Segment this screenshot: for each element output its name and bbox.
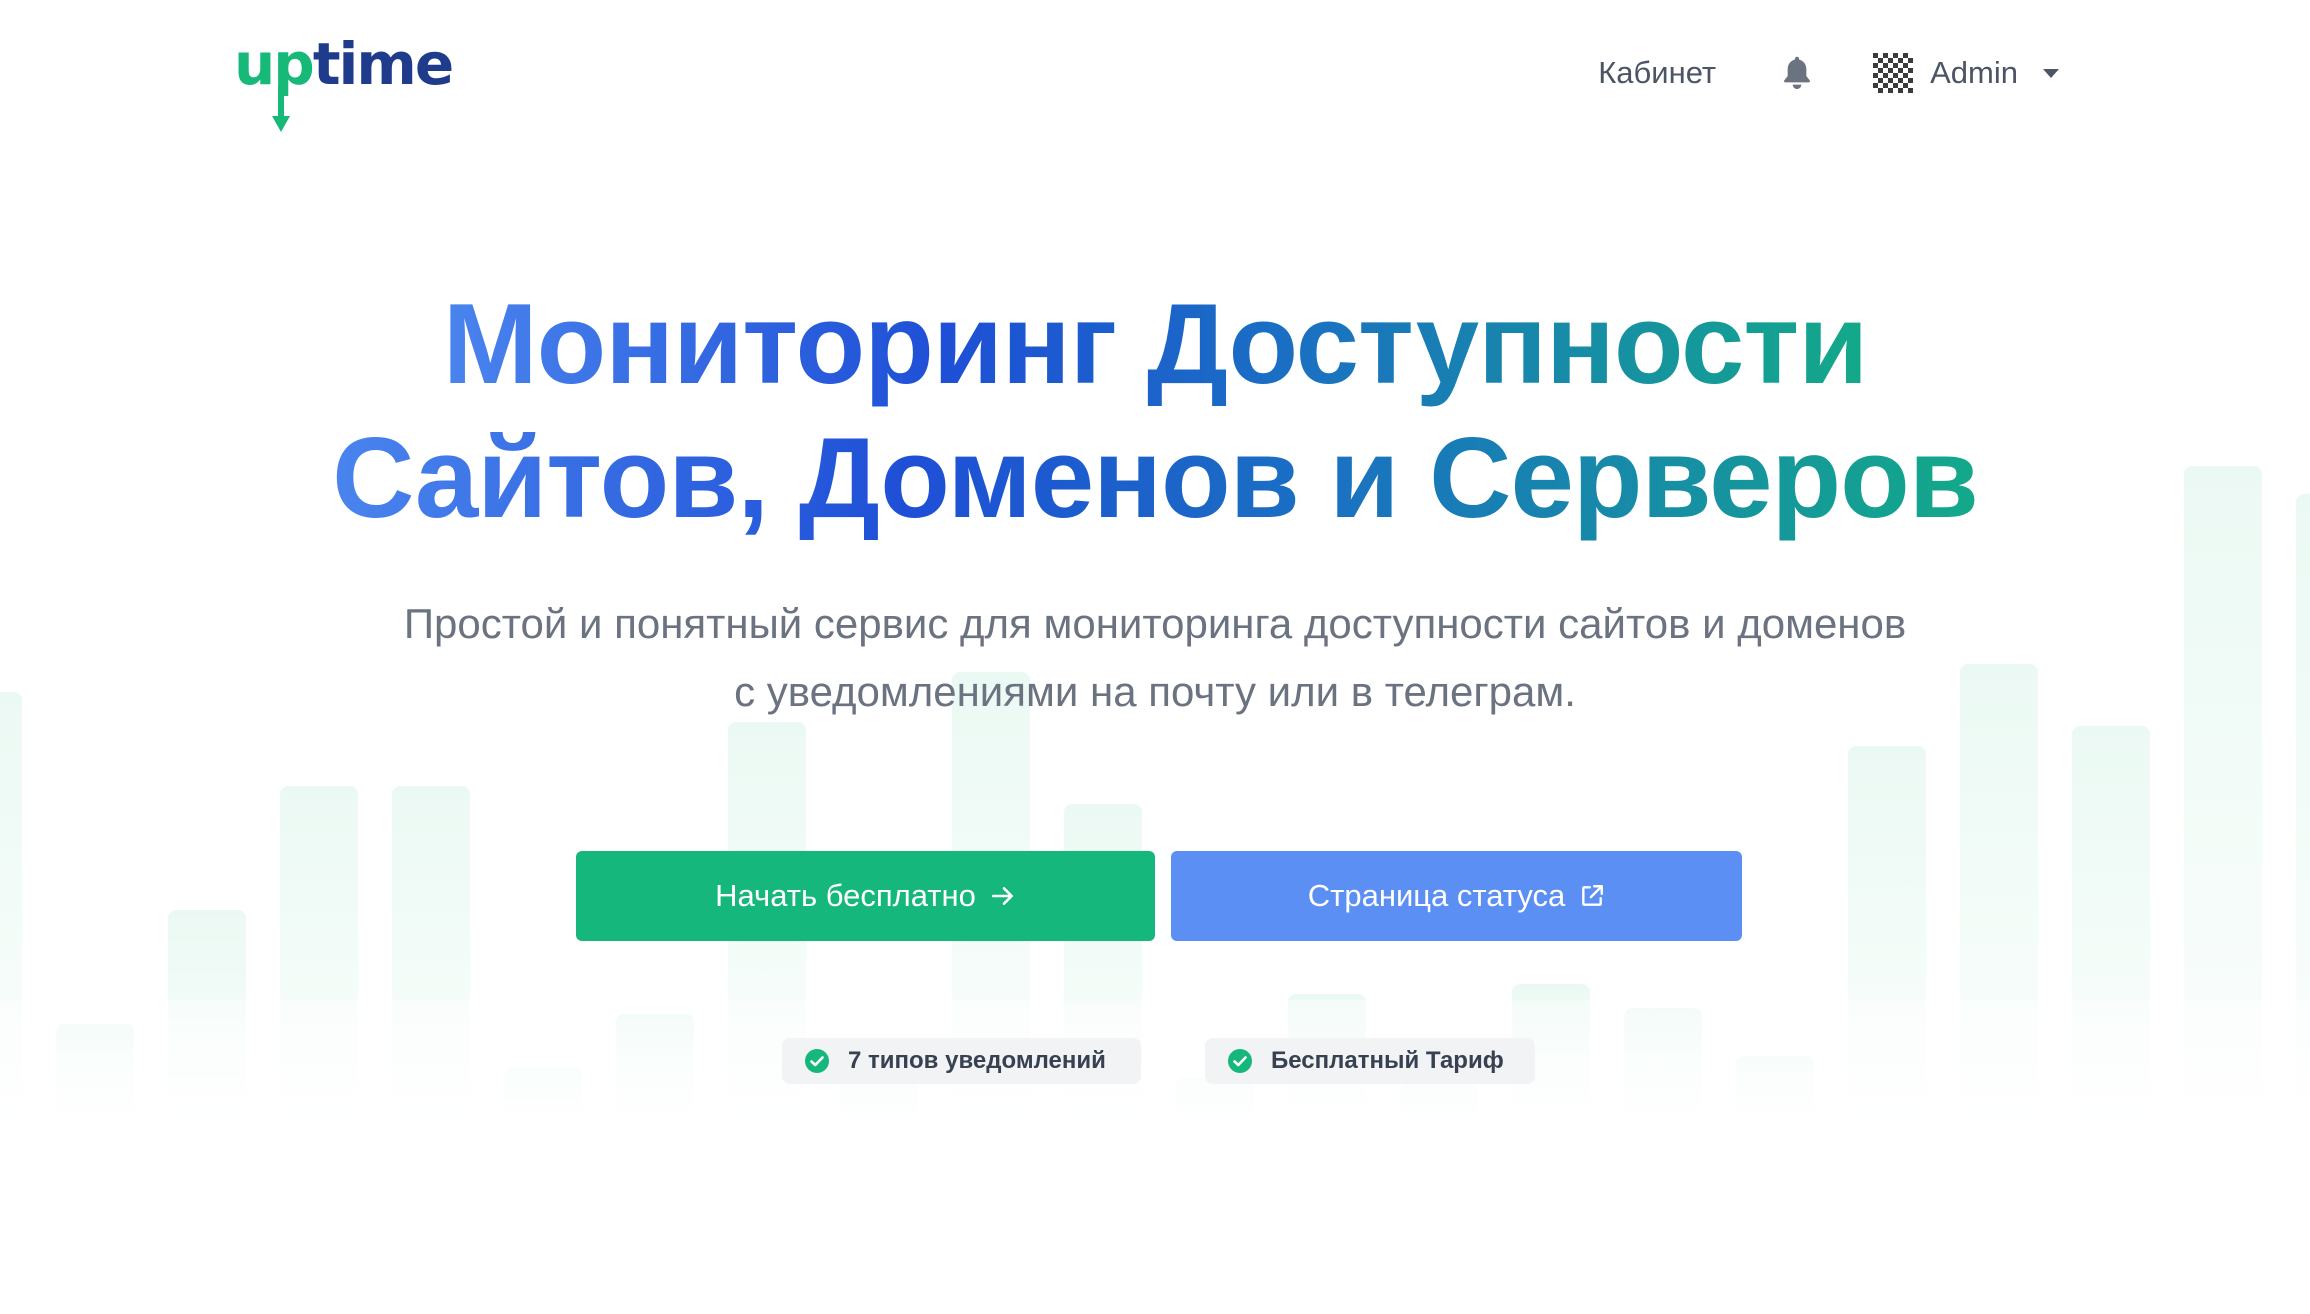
- status-page-button-label: Страница статуса: [1307, 878, 1566, 913]
- chevron-down-icon: [2043, 69, 2059, 78]
- arrow-right-icon: [991, 887, 1013, 905]
- header-nav: Кабинет Admin: [1598, 44, 2060, 102]
- background-bar: [56, 1024, 134, 1144]
- feature-badge-free-plan: Бесплатный Тариф: [1205, 1038, 1535, 1084]
- bell-icon[interactable]: [1780, 54, 1814, 92]
- background-bar: [0, 692, 22, 1144]
- hero-title: Мониторинг Доступности Сайтов, Доменов и…: [0, 278, 2310, 546]
- hero-subtitle: Простой и понятный сервис для мониторинг…: [403, 600, 1907, 715]
- logo-arrow-icon: [272, 86, 290, 132]
- background-bar: [1848, 746, 1926, 1144]
- background-fade: [0, 1000, 2310, 1314]
- hero-title-line-1: Мониторинг Доступности: [442, 281, 1869, 408]
- background-bar: [280, 786, 358, 1144]
- status-page-button[interactable]: Страница статуса: [1171, 851, 1742, 941]
- feature-badge-label: Бесплатный Тариф: [1271, 1047, 1504, 1074]
- background-bar: [616, 1014, 694, 1144]
- top-navbar: up time Кабинет Admin: [0, 0, 2310, 150]
- background-bar: [1176, 1078, 1254, 1144]
- background-bar: [392, 786, 470, 1144]
- background-bar: [840, 1078, 918, 1144]
- hero-title-line-2: Сайтов, Доменов и Серверов: [332, 415, 1979, 542]
- external-link-icon: [1582, 885, 1604, 906]
- background-bar: [1960, 664, 2038, 1144]
- background-bar: [2072, 726, 2150, 1144]
- background-bar: [2296, 494, 2310, 1144]
- background-bar: [1624, 1008, 1702, 1144]
- background-bar: [168, 910, 246, 1144]
- background-bar: [504, 1068, 582, 1144]
- nav-link-cabinet[interactable]: Кабинет: [1598, 55, 1716, 91]
- check-circle-icon: [805, 1049, 829, 1073]
- background-bar: [2184, 466, 2262, 1144]
- landing-page: up time Кабинет Admin Мониторинг Доступн…: [0, 0, 2310, 1314]
- feature-badge-label: 7 типов уведомлений: [848, 1047, 1106, 1074]
- uptime-logo[interactable]: up time: [234, 28, 454, 132]
- feature-badge-notifications: 7 типов уведомлений: [782, 1038, 1141, 1084]
- user-name: Admin: [1930, 55, 2018, 90]
- start-free-button-label: Начать бесплатно: [715, 878, 976, 913]
- start-free-button[interactable]: Начать бесплатно: [576, 851, 1155, 941]
- background-bar: [1400, 1084, 1478, 1144]
- pattern-avatar-icon: [1872, 52, 1915, 94]
- user-menu[interactable]: Admin: [1872, 52, 2060, 94]
- logo-text-time: time: [312, 30, 454, 98]
- background-bar: [1736, 1056, 1814, 1144]
- check-circle-icon: [1228, 1049, 1252, 1073]
